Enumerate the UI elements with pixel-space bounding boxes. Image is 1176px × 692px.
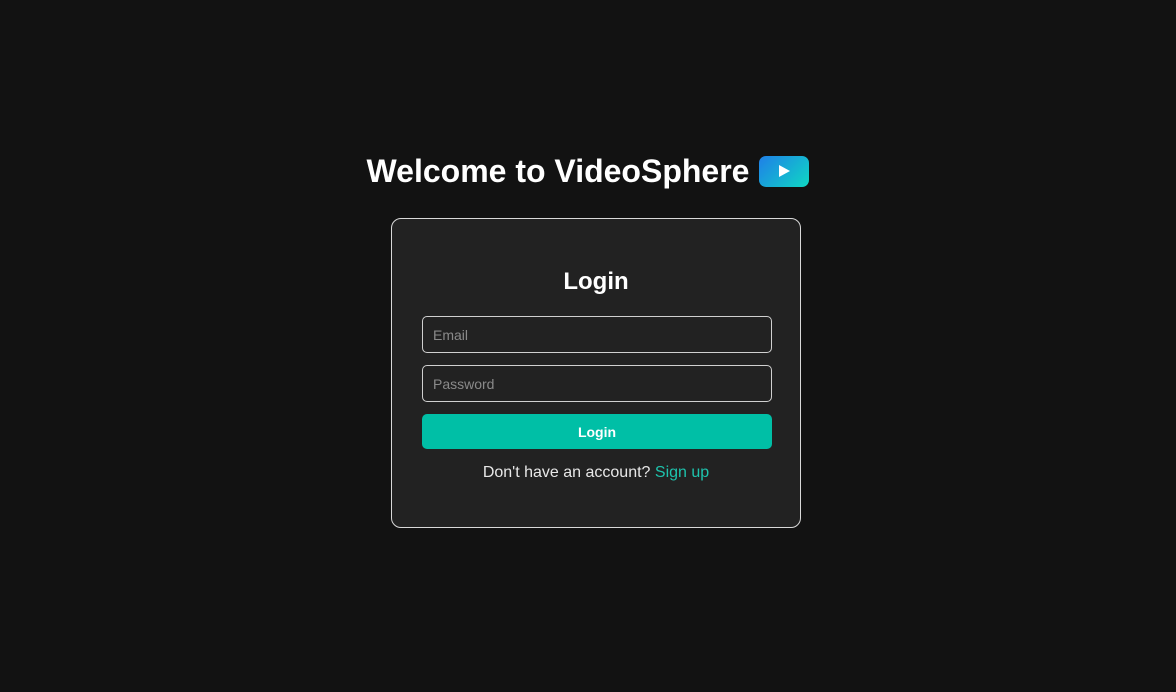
login-form-title: Login (563, 268, 629, 295)
page-header: Welcome to VideoSphere (0, 152, 1176, 190)
email-field[interactable] (422, 316, 772, 353)
signup-link[interactable]: Sign up (655, 464, 709, 481)
signup-prompt-row: Don't have an account? Sign up (422, 464, 770, 482)
signup-prompt-text: Don't have an account? (482, 464, 651, 481)
login-button[interactable]: Login (422, 414, 772, 449)
password-field[interactable] (422, 365, 772, 402)
play-logo-icon (759, 155, 810, 187)
login-form: Login Login Don't have an account? Sign … (391, 218, 801, 528)
page-title: Welcome to VideoSphere (366, 153, 750, 189)
